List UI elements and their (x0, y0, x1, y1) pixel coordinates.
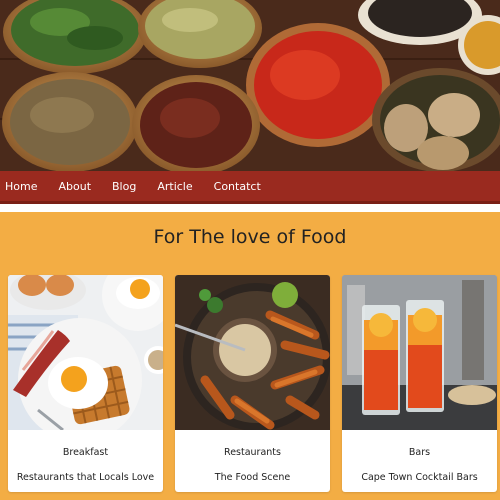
page-title: For The love of Food (153, 226, 347, 248)
card-restaurants[interactable]: Restaurants The Food Scene (175, 275, 330, 492)
fries-dip-photo (175, 275, 330, 430)
nav-article-link[interactable]: Article (157, 180, 192, 193)
main-nav: Home About Blog Article Contatct (0, 171, 500, 204)
card-subtitle[interactable]: Cape Town Cocktail Bars (342, 472, 497, 483)
breakfast-photo (8, 275, 163, 430)
nav-divider (0, 204, 500, 212)
card-title: Restaurants (224, 447, 281, 458)
cocktails-photo (342, 275, 497, 430)
hero-spices-image (0, 0, 500, 171)
card-bars[interactable]: Bars Cape Town Cocktail Bars (342, 275, 497, 492)
nav-about-link[interactable]: About (58, 180, 91, 193)
nav-home-link[interactable]: Home (5, 180, 37, 193)
card-breakfast[interactable]: Breakfast Restaurants that Locals Love (8, 275, 163, 492)
card-subtitle[interactable]: The Food Scene (175, 472, 330, 483)
card-title: Bars (408, 447, 431, 458)
card-subtitle[interactable]: Restaurants that Locals Love (8, 472, 163, 483)
nav-contact-link[interactable]: Contatct (214, 180, 261, 193)
nav-blog-link[interactable]: Blog (112, 180, 136, 193)
card-title: Breakfast (62, 447, 109, 458)
